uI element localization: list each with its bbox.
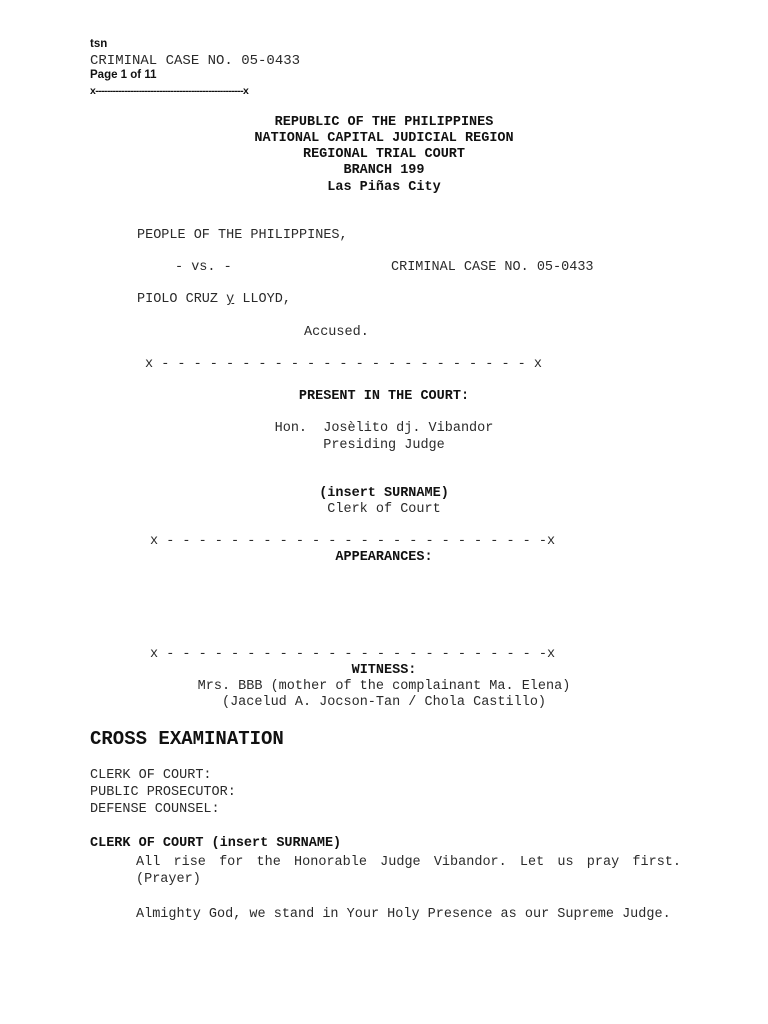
transcript-paragraph: Almighty God, we stand in Your Holy Pres… xyxy=(136,907,671,922)
cross-examination-title: CROSS EXAMINATION xyxy=(90,728,284,750)
witness-heading: WITNESS: xyxy=(351,663,417,678)
clerk-name: (insert SURNAME) xyxy=(319,486,449,501)
clerk-title: Clerk of Court xyxy=(327,502,441,517)
separator-3: x - - - - - - - - - - - - - - - - - - - … xyxy=(150,647,556,662)
header-rule: x---------------------------------------… xyxy=(90,85,249,97)
accused-name-last: LLOYD, xyxy=(234,292,291,307)
appearances-heading: APPEARANCES: xyxy=(335,550,433,565)
role-public-prosecutor: PUBLIC PROSECUTOR: xyxy=(90,785,236,800)
separator-2: x - - - - - - - - - - - - - - - - - - - … xyxy=(150,534,556,549)
caption-case-number: CRIMINAL CASE NO. 05-0433 xyxy=(391,260,594,275)
stenographers: (Jacelud A. Jocson-Tan / Chola Castillo) xyxy=(221,695,547,710)
court-heading-republic: REPUBLIC OF THE PHILIPPINES xyxy=(274,115,494,130)
speaker-label: CLERK OF COURT (insert SURNAME) xyxy=(90,836,342,851)
accused-name: PIOLO CRUZ y LLOYD, xyxy=(137,292,291,307)
witness-name: Mrs. BBB (mother of the complainant Ma. … xyxy=(197,679,571,694)
transcript-paragraph: All rise for the Honorable Judge Vibando… xyxy=(136,855,681,887)
court-heading-branch: BRANCH 199 xyxy=(343,163,425,178)
judge-title: Presiding Judge xyxy=(323,438,445,453)
separator-1: x - - - - - - - - - - - - - - - - - - - … xyxy=(145,357,542,372)
accused-label: Accused. xyxy=(304,325,369,340)
versus-label: - vs. - xyxy=(175,260,232,275)
court-heading-court: REGIONAL TRIAL COURT xyxy=(302,147,466,162)
header-case-number: CRIMINAL CASE NO. 05-0433 xyxy=(90,53,301,69)
court-heading-city: Las Piñas City xyxy=(327,180,441,195)
accused-name-first: PIOLO CRUZ xyxy=(137,292,227,307)
page-indicator: Page 1 of 11 xyxy=(90,69,157,81)
document-type-label: tsn xyxy=(90,38,108,50)
plaintiff-name: PEOPLE OF THE PHILIPPINES, xyxy=(137,228,348,243)
role-defense-counsel: DEFENSE COUNSEL: xyxy=(90,802,220,817)
role-clerk-of-court: CLERK OF COURT: xyxy=(90,768,212,783)
present-heading: PRESENT IN THE COURT: xyxy=(298,389,470,404)
judge-name: Hon. Josèlito dj. Vibandor xyxy=(274,421,494,436)
court-heading-region: NATIONAL CAPITAL JUDICIAL REGION xyxy=(254,131,514,146)
